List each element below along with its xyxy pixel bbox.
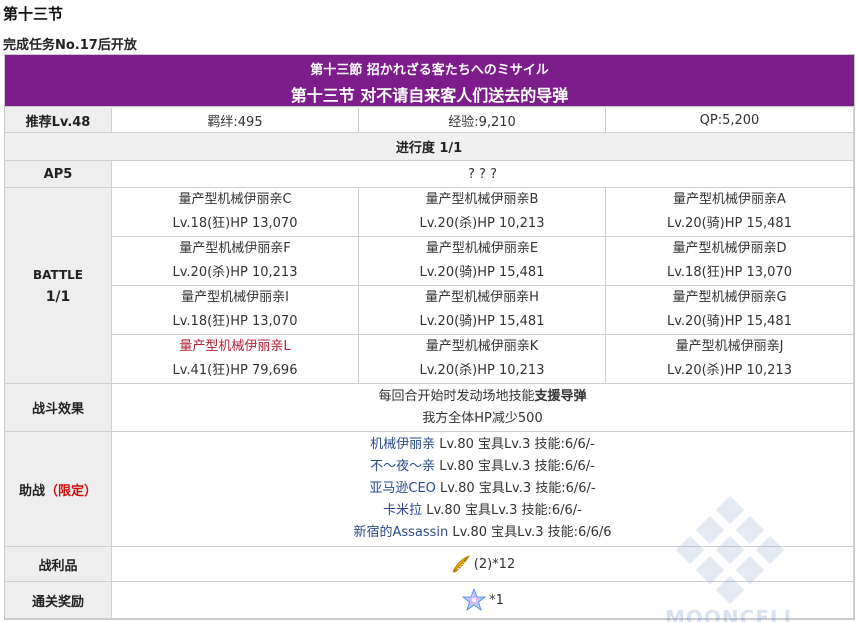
enemy-stats: Lv.20(杀)HP 10,213: [419, 216, 545, 231]
exp-value: 经验:9,210: [359, 108, 606, 133]
quest-table: 第十三節 招かれざる客たちへのミサイル 第十三节 对不请自来客人们送去的导弹 推…: [4, 54, 855, 622]
enemy-name[interactable]: 量产型机械伊丽亲C: [178, 188, 291, 212]
section-unlock-condition: 完成任务No.17后开放: [3, 38, 137, 53]
effect-line-1: 每回合开始时发动场地技能支援导弹: [378, 386, 586, 408]
enemy-name[interactable]: 量产型机械伊丽亲J: [676, 335, 784, 359]
support-entry: 机械伊丽亲 Lv.80 宝具Lv.3 技能:6/6/-: [370, 434, 595, 456]
support-limited: （限定）: [45, 483, 98, 499]
reward-label: 通关奖励: [5, 582, 112, 619]
enemy-stats: Lv.20(骑)HP 15,481: [419, 265, 545, 280]
enemy-name[interactable]: 量产型机械伊丽亲B: [426, 188, 539, 212]
enemy-cell: 量产型机械伊丽亲H Lv.20(骑)HP 15,481: [359, 286, 606, 335]
section-title: 第十三节: [3, 5, 64, 23]
enemy-cell: 量产型机械伊丽亲G Lv.20(骑)HP 15,481: [606, 286, 854, 335]
enemy-stats: Lv.18(狂)HP 13,070: [172, 314, 298, 329]
saint-quartz-icon[interactable]: [461, 587, 487, 613]
enemy-stats: Lv.18(狂)HP 13,070: [172, 216, 298, 231]
effect-skill-name: 支援导弹: [534, 388, 587, 404]
watermark-text: MOONCELL: [665, 606, 798, 622]
enemy-stats: Lv.20(骑)HP 15,481: [667, 216, 792, 231]
enemy-cell: 量产型机械伊丽亲A Lv.20(骑)HP 15,481: [606, 188, 854, 237]
enemy-stats: Lv.20(骑)HP 15,481: [419, 314, 545, 329]
support-entry: 不～夜～亲 Lv.80 宝具Lv.3 技能:6/6/-: [370, 456, 595, 478]
support-entry: 卡米拉 Lv.80 宝具Lv.3 技能:6/6/-: [383, 500, 582, 522]
battle-effect: 每回合开始时发动场地技能支援导弹 我方全体HP减少500: [112, 384, 854, 432]
support-entry: 新宿的Assassin Lv.80 宝具Lv.3 技能:6/6/6: [353, 522, 611, 544]
support-label: 助战 （限定）: [5, 432, 112, 547]
support-servant-link[interactable]: 机械伊丽亲: [370, 437, 435, 452]
enemy-cell: 量产型机械伊丽亲E Lv.20(骑)HP 15,481: [359, 237, 606, 286]
enemy-name[interactable]: 量产型机械伊丽亲K: [426, 335, 539, 359]
ap-cost: AP5: [5, 161, 112, 188]
enemy-name[interactable]: 量产型机械伊丽亲G: [672, 286, 786, 310]
enemy-name[interactable]: 量产型机械伊丽亲D: [672, 237, 786, 261]
support-list: 机械伊丽亲 Lv.80 宝具Lv.3 技能:6/6/- 不～夜～亲 Lv.80 宝…: [112, 432, 854, 547]
enemy-cell: 量产型机械伊丽亲D Lv.18(狂)HP 13,070: [606, 237, 854, 286]
enemy-cell: 量产型机械伊丽亲I Lv.18(狂)HP 13,070: [112, 286, 359, 335]
bond-value: 羁绊:495: [112, 108, 359, 133]
enemy-stats: Lv.18(狂)HP 13,070: [667, 265, 792, 280]
enemy-name[interactable]: 量产型机械伊丽亲A: [673, 188, 786, 212]
enemy-stats: Lv.20(杀)HP 10,213: [419, 363, 545, 378]
enemy-stats: Lv.20(杀)HP 10,213: [172, 265, 298, 280]
drops-count: (2)*12: [473, 556, 516, 572]
support-servant-link[interactable]: 亚马逊CEO: [369, 481, 436, 496]
support-servant-link[interactable]: 新宿的Assassin: [353, 525, 448, 540]
phase-name: ? ? ?: [112, 161, 854, 188]
battle-title: BATTLE: [33, 267, 83, 282]
quest-title-jp: 第十三節 招かれざる客たちへのミサイル: [310, 63, 549, 78]
support-servant-link[interactable]: 卡米拉: [383, 503, 422, 518]
effect-line-1-text: 每回合开始时发动场地技能: [378, 388, 535, 404]
reward-count: *1: [489, 592, 504, 608]
enemy-name[interactable]: 量产型机械伊丽亲H: [425, 286, 539, 310]
effect-line-2: 我方全体HP减少500: [422, 410, 543, 426]
support-info: Lv.80 宝具Lv.3 技能:6/6/6: [448, 525, 612, 540]
enemy-cell: 量产型机械伊丽亲L Lv.41(狂)HP 79,696: [112, 335, 359, 384]
enemy-cell: 量产型机械伊丽亲B Lv.20(杀)HP 10,213: [359, 188, 606, 237]
enemy-name[interactable]: 量产型机械伊丽亲F: [179, 237, 290, 261]
progress: 进行度 1/1: [5, 133, 854, 161]
enemy-stats: Lv.41(狂)HP 79,696: [172, 363, 298, 378]
enemy-cell: 量产型机械伊丽亲K Lv.20(杀)HP 10,213: [359, 335, 606, 384]
drops-label: 战利品: [5, 547, 112, 582]
drops: (2)*12: [112, 547, 854, 582]
support-label-text: 助战: [18, 483, 45, 499]
support-info: Lv.80 宝具Lv.3 技能:6/6/-: [422, 503, 582, 518]
support-servant-link[interactable]: 不～夜～亲: [370, 459, 435, 474]
quest-title-cn: 第十三节 对不请自来客人们送去的导弹: [290, 86, 569, 105]
battle-count: 1/1: [45, 288, 71, 305]
enemy-stats: Lv.20(杀)HP 10,213: [667, 363, 792, 378]
enemy-cell: 量产型机械伊丽亲C Lv.18(狂)HP 13,070: [112, 188, 359, 237]
enemy-cell: 量产型机械伊丽亲F Lv.20(杀)HP 10,213: [112, 237, 359, 286]
support-info: Lv.80 宝具Lv.3 技能:6/6/-: [435, 481, 596, 496]
recommend-level: 推荐Lv.48: [5, 108, 112, 133]
enemy-cell: 量产型机械伊丽亲J Lv.20(杀)HP 10,213: [606, 335, 854, 384]
battle-label: BATTLE 1/1: [5, 188, 112, 384]
gold-feather-icon[interactable]: [450, 553, 472, 575]
support-info: Lv.80 宝具Lv.3 技能:6/6/-: [435, 459, 595, 474]
qp-value: QP:5,200: [606, 108, 854, 133]
enemy-name[interactable]: 量产型机械伊丽亲I: [181, 286, 289, 310]
quest-header: 第十三節 招かれざる客たちへのミサイル 第十三节 对不请自来客人们送去的导弹: [5, 55, 854, 107]
support-entry: 亚马逊CEO Lv.80 宝具Lv.3 技能:6/6/-: [369, 478, 595, 500]
enemy-name[interactable]: 量产型机械伊丽亲E: [426, 237, 538, 261]
enemy-stats: Lv.20(骑)HP 15,481: [667, 314, 792, 329]
effect-label: 战斗效果: [5, 384, 112, 432]
enemy-name[interactable]: 量产型机械伊丽亲L: [179, 335, 290, 359]
support-info: Lv.80 宝具Lv.3 技能:6/6/-: [435, 437, 595, 452]
